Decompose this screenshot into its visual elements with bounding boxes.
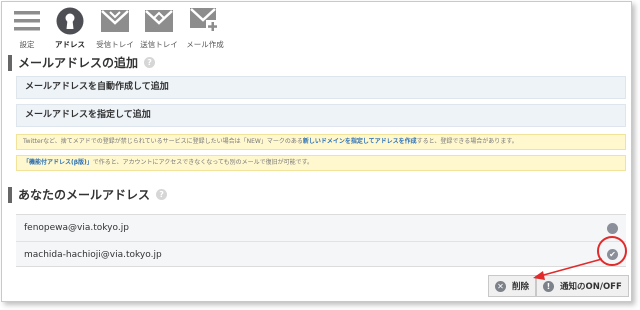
auto-create-address-button[interactable]: メールアドレスを自動作成して追加 — [16, 76, 626, 99]
delete-x-icon: ✕ — [495, 280, 506, 292]
toolbar-settings[interactable]: 設定 — [10, 6, 44, 50]
address-row-selected[interactable]: machida-hachioji@via.tokyo.jp ✔ — [16, 241, 626, 267]
address-email: fenopewa@via.tokyo.jp — [24, 223, 129, 233]
toolbar-outbox[interactable]: 送信トレイ — [140, 6, 178, 50]
status-dot-icon[interactable] — [607, 222, 618, 234]
notice-recovery: 「機能付アドレス(β版)」で作ると、アカウントにアクセスできなくなっても別のメー… — [16, 155, 626, 171]
section-bar — [8, 54, 12, 71]
add-section-heading: メールアドレスの追加 — [18, 56, 139, 70]
toolbar: 設定 アドレス 受信トレイ 送信トレイ メール作成 — [10, 6, 232, 50]
recovery-address-link[interactable]: 「機能付アドレス(β版)」 — [23, 159, 93, 166]
outbox-envelope-icon — [145, 6, 173, 36]
address-list: fenopewa@via.tokyo.jp machida-hachioji@v… — [16, 214, 626, 267]
toolbar-address-label: アドレス — [55, 40, 85, 49]
toolbar-inbox[interactable]: 受信トレイ — [96, 6, 134, 50]
notice-text: Twitterなど、捨てメアドでの登録が禁じられているサービスに登録したい場合は… — [23, 138, 303, 145]
notice-text: で作ると、アカウントにアクセスできなくなっても別のメールで復旧が可能です。 — [92, 159, 314, 166]
hamburger-menu-icon — [14, 6, 40, 36]
add-section-title: メールアドレスの追加 ? — [8, 54, 156, 71]
address-section-title: あなたのメールアドレス ? — [8, 186, 168, 203]
new-domain-link[interactable]: 新しいドメインを指定してアドレスを作成 — [303, 138, 417, 145]
section-bar — [8, 186, 12, 203]
toolbar-settings-label: 設定 — [19, 40, 35, 49]
delete-button[interactable]: ✕ 削除 — [488, 275, 537, 297]
notice-new-domain: Twitterなど、捨てメアドでの登録が禁じられているサービスに登録したい場合は… — [16, 134, 626, 150]
address-row[interactable]: fenopewa@via.tokyo.jp — [16, 215, 626, 241]
annotation-circle — [597, 236, 627, 266]
keyhole-icon — [56, 6, 84, 36]
toolbar-inbox-label: 受信トレイ — [96, 40, 134, 49]
inbox-envelope-icon — [101, 6, 129, 36]
notice-text: すると、登録できる場合があります。 — [416, 138, 518, 145]
app-window: 設定 アドレス 受信トレイ 送信トレイ メール作成 メールアドレスの追加 ? メ… — [1, 1, 632, 302]
notification-icon: ! — [543, 280, 554, 292]
toolbar-address[interactable]: アドレス — [50, 6, 90, 50]
compose-envelope-icon — [190, 6, 220, 36]
help-icon[interactable]: ? — [144, 57, 156, 68]
toolbar-outbox-label: 送信トレイ — [140, 40, 178, 49]
notification-toggle-button[interactable]: ! 通知のON/OFF — [536, 275, 629, 297]
toolbar-compose[interactable]: メール作成 — [184, 6, 226, 50]
specify-address-button[interactable]: メールアドレスを指定して追加 — [16, 104, 626, 127]
notification-toggle-label: 通知のON/OFF — [560, 282, 622, 292]
address-section-heading: あなたのメールアドレス — [18, 188, 151, 202]
help-icon[interactable]: ? — [156, 189, 168, 200]
address-email: machida-hachioji@via.tokyo.jp — [24, 249, 162, 260]
toolbar-compose-label: メール作成 — [186, 40, 224, 49]
delete-button-label: 削除 — [512, 282, 530, 292]
